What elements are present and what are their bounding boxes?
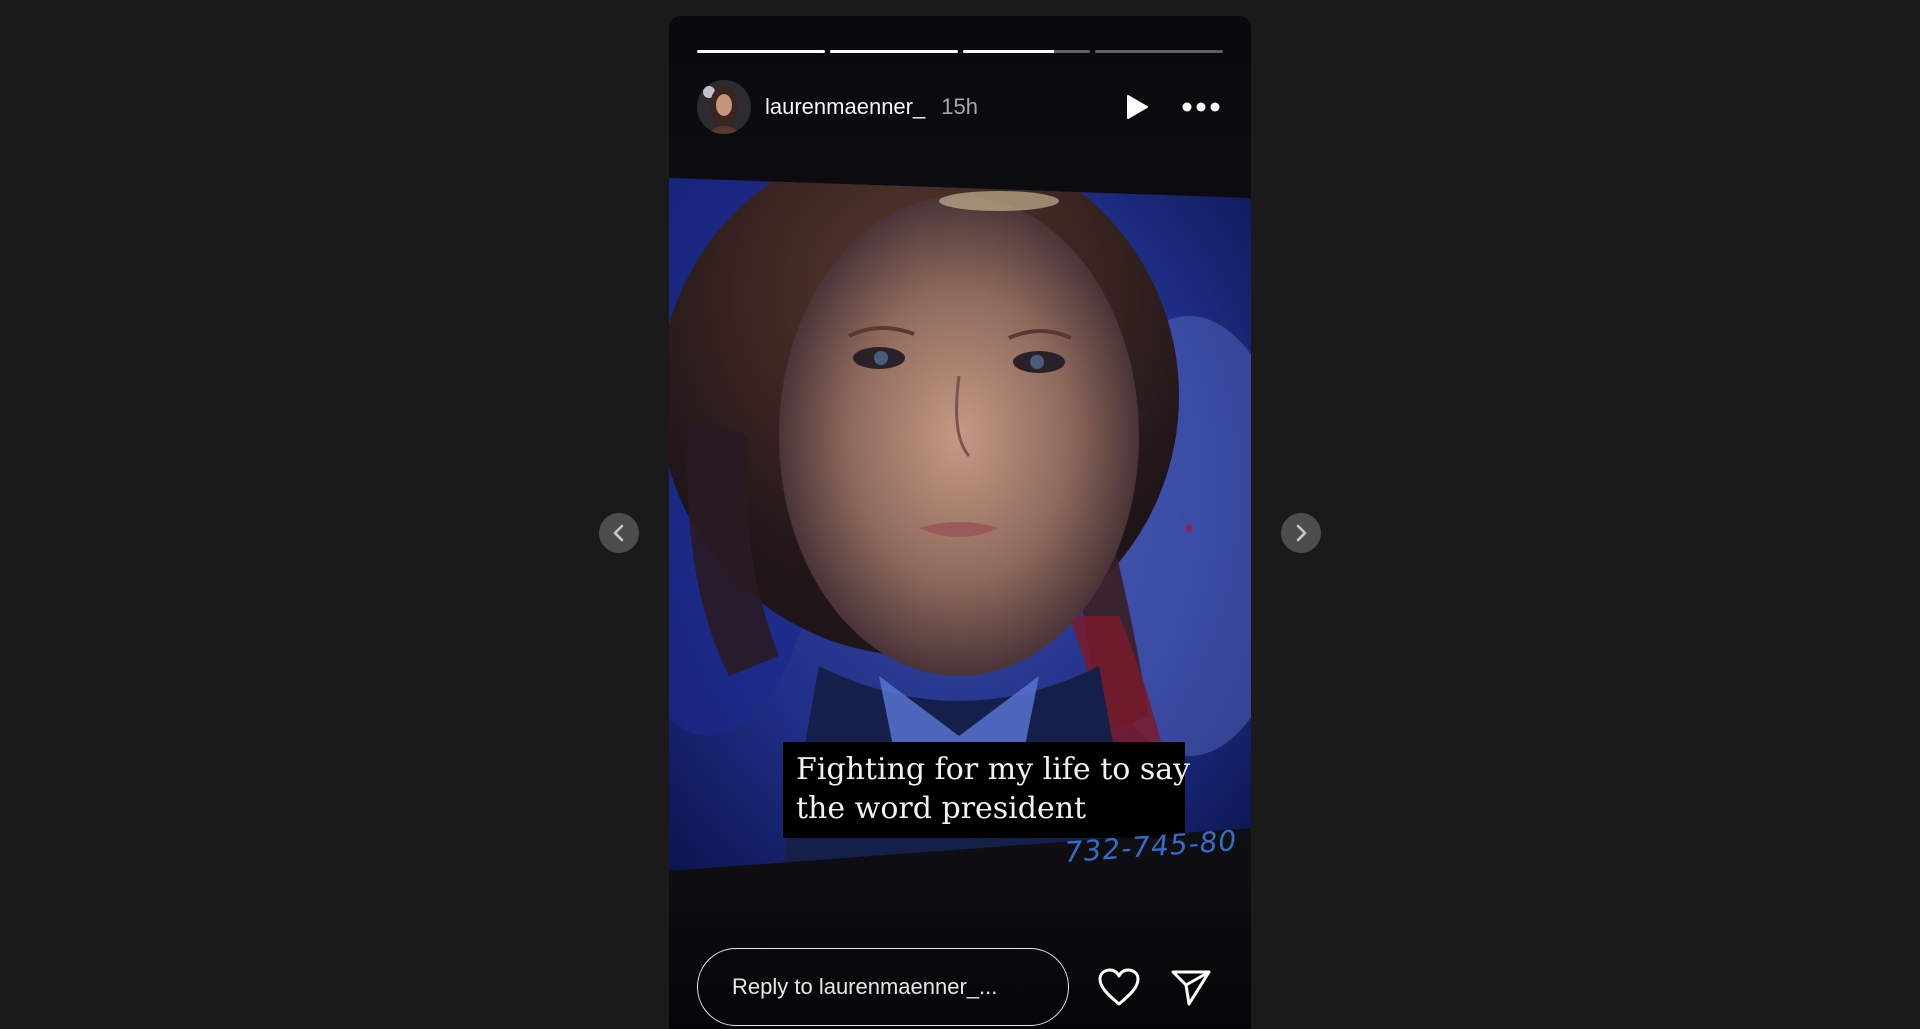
more-options-icon[interactable] (1179, 87, 1223, 127)
reply-input[interactable] (697, 948, 1069, 1026)
progress-segment (697, 50, 825, 53)
story-progress-bar (697, 50, 1223, 53)
story-header: laurenmaenner_ 15h (697, 79, 1223, 135)
story-viewer: laurenmaenner_ 15h Fighting for my life … (669, 16, 1251, 1029)
chevron-left-icon[interactable] (599, 513, 639, 553)
caption-line: the word president (796, 791, 1087, 826)
progress-segment (829, 50, 958, 53)
send-icon[interactable] (1167, 963, 1215, 1011)
story-caption: Fighting for my life to say the word pre… (783, 742, 1191, 838)
play-icon[interactable] (1117, 87, 1157, 127)
avatar[interactable] (697, 80, 751, 134)
story-timestamp: 15h (941, 94, 978, 119)
caption-line: Fighting for my life to say (796, 752, 1191, 787)
author-username[interactable]: laurenmaenner_ (765, 94, 925, 120)
progress-segment (1095, 50, 1223, 53)
chevron-right-icon[interactable] (1281, 513, 1321, 553)
story-media[interactable] (669, 16, 1251, 1029)
progress-segment (962, 50, 1091, 53)
story-footer (697, 948, 1223, 1026)
heart-icon[interactable] (1095, 963, 1143, 1011)
